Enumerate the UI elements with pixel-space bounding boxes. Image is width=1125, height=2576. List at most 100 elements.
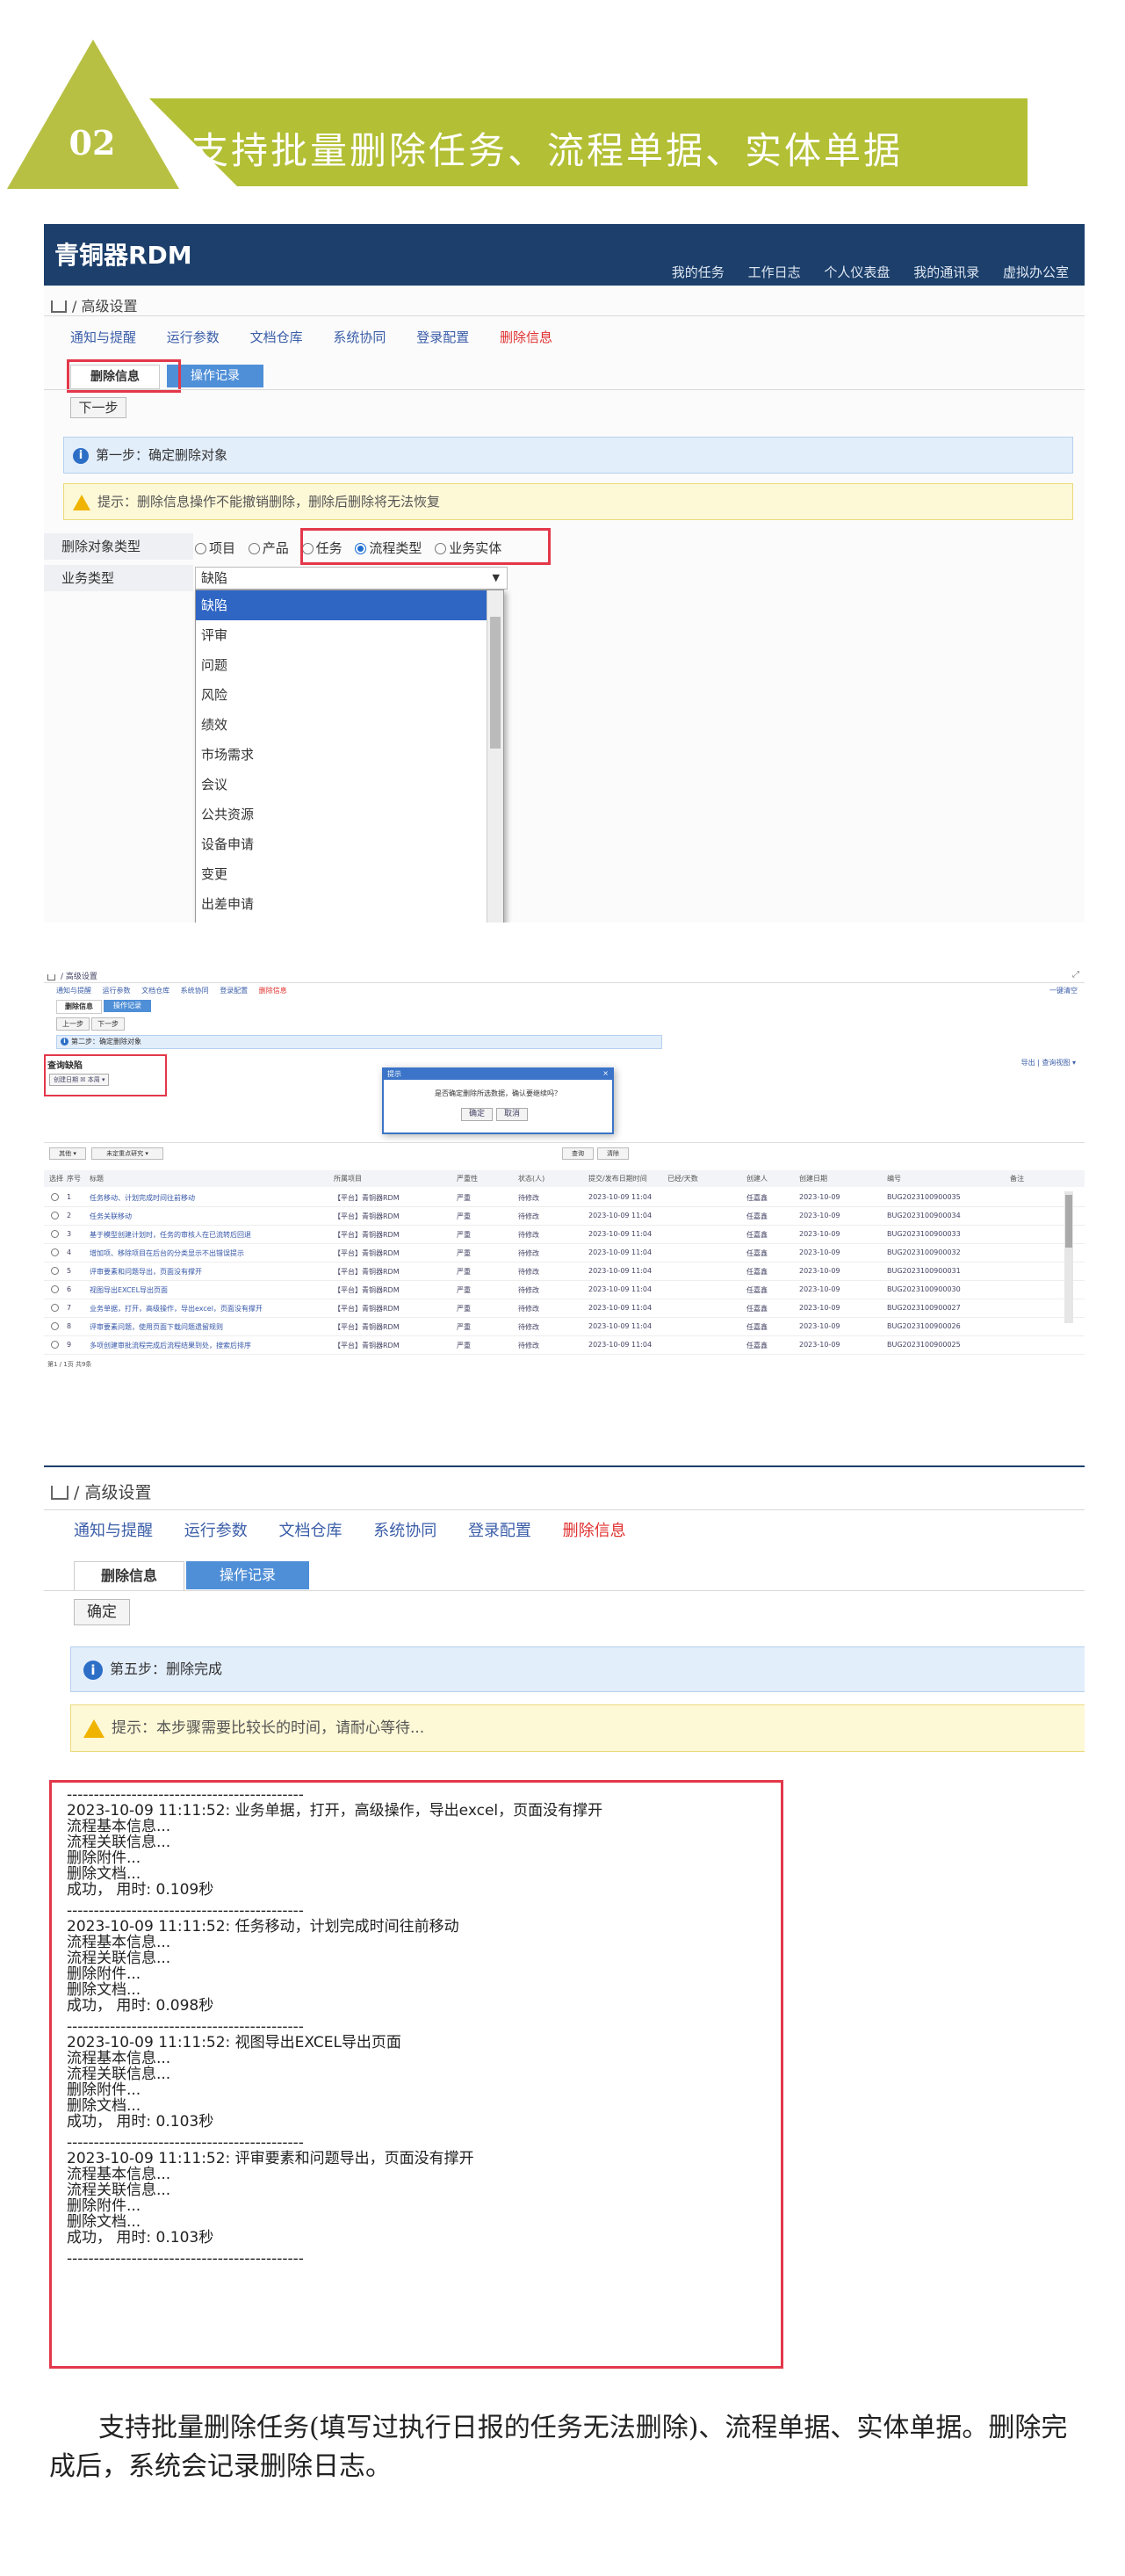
tab-params[interactable]: 运行参数 [184,1522,248,1540]
tab-params[interactable]: 运行参数 [103,987,131,995]
dropdown-option[interactable]: 缺陷 [196,590,503,620]
nav-virtual-office[interactable]: 虚拟办公室 [1003,264,1069,280]
nav-work-log[interactable]: 工作日志 [748,264,801,280]
tab-notify[interactable]: 通知与提醒 [70,329,136,345]
confirm-button[interactable]: 确定 [74,1599,130,1625]
table-row[interactable]: 3 基于模型创建计划时，任务的审核人在已流转后回退 【平台】青铜器RDM 严重 待修改 2… [44,1226,1085,1244]
dialog-cancel-button[interactable]: 取消 [496,1108,528,1121]
column-header[interactable]: 创建人 [746,1174,768,1183]
close-icon[interactable]: × [602,1069,609,1077]
dropdown-option[interactable]: 公共资源 [196,800,503,829]
tab-login[interactable]: 登录配置 [416,329,469,345]
home-icon[interactable] [47,974,55,980]
radio-project[interactable]: 项目 [195,540,235,556]
scrollbar-thumb[interactable] [1065,1195,1072,1248]
row-title-link[interactable]: 增加项、移除项目在后台的分类显示不出错误提示 [90,1248,244,1258]
column-header[interactable]: 状态(人) [518,1174,544,1183]
biz-type-select[interactable]: 缺陷 ▼ [195,567,508,590]
table-row[interactable]: 8 评审要素问题，使用页面下载问题遗留规则 【平台】青铜器RDM 严重 待修改 2023-… [44,1319,1085,1336]
column-header[interactable]: 序号 [67,1174,81,1183]
tab-notify[interactable]: 通知与提醒 [56,987,91,995]
dialog-ok-button[interactable]: 确定 [461,1108,493,1121]
view-select[interactable]: 未定重点研究 ▾ [91,1147,163,1160]
column-header[interactable]: 备注 [1010,1174,1024,1183]
column-header[interactable]: 标题 [90,1174,104,1183]
batch-menu[interactable]: 其他 ▾ [49,1147,86,1160]
nav-contacts[interactable]: 我的通讯录 [913,264,979,280]
column-header[interactable]: 编号 [887,1174,901,1183]
row-radio[interactable] [51,1212,61,1219]
table-row[interactable]: 9 多项创建审批流程完成后流程结果到处，搜索后排序 【平台】青铜器RDM 严重 待修改 2… [44,1337,1085,1355]
row-radio[interactable] [51,1285,61,1293]
row-title-link[interactable]: 基于模型创建计划时，任务的审核人在已流转后回退 [90,1230,251,1240]
row-radio[interactable] [51,1193,61,1201]
tab-docs[interactable]: 文档仓库 [141,987,169,995]
dropdown-option[interactable]: 设备申请 [196,829,503,859]
tab-delete-info[interactable]: 删除信息 [259,987,287,995]
row-title-link[interactable]: 任务关联移动 [90,1212,132,1221]
export-view-tools[interactable]: 导出 | 查询视图 ▾ [1021,1058,1076,1067]
clear-all-link[interactable]: 一键清空 [1049,986,1078,995]
dropdown-scrollbar[interactable] [487,590,503,923]
dropdown-option[interactable]: 评审 [196,620,503,650]
table-row[interactable]: 6 视图导出EXCEL导出页面 【平台】青铜器RDM 严重 待修改 2023-10-09 … [44,1282,1085,1299]
table-row[interactable]: 7 业务单据，打开，高级操作，导出excel，页面没有撑开 【平台】青铜器RDM 严重… [44,1300,1085,1318]
column-header[interactable]: 已经/天数 [667,1174,698,1183]
home-icon[interactable] [51,1486,69,1500]
scrollbar-thumb[interactable] [490,617,501,749]
dropdown-option[interactable]: 绩效 [196,710,503,740]
row-title-link[interactable]: 业务单据，打开，高级操作，导出excel，页面没有撑开 [90,1304,263,1313]
table-row[interactable]: 5 评审要素和问题导出，页面没有撑开 【平台】青铜器RDM 严重 待修改 2023-10-… [44,1263,1085,1281]
nav-my-tasks[interactable]: 我的任务 [672,264,725,280]
tab-sync[interactable]: 系统协同 [181,987,209,995]
tab-sync[interactable]: 系统协同 [373,1522,436,1540]
tab-docs[interactable]: 文档仓库 [250,329,303,345]
radio-product[interactable]: 产品 [248,540,289,556]
column-header[interactable]: 提交/发布日期时间 [588,1174,647,1183]
tab-notify[interactable]: 通知与提醒 [74,1522,153,1540]
subtab-operation-log[interactable]: 操作记录 [167,365,263,387]
subtab-operation-log[interactable]: 操作记录 [104,1000,151,1012]
row-title-link[interactable]: 评审要素问题，使用页面下载问题遗留规则 [90,1322,223,1332]
subtab-delete-info[interactable]: 删除信息 [56,1000,102,1014]
row-radio[interactable] [51,1248,61,1256]
clear-button[interactable]: 清除 [597,1147,629,1160]
subtab-delete-info[interactable]: 删除信息 [74,1561,184,1591]
dropdown-option[interactable]: 会议 [196,770,503,800]
row-radio[interactable] [51,1230,61,1238]
tab-sync[interactable]: 系统协同 [333,329,386,345]
tab-login[interactable]: 登录配置 [468,1522,531,1540]
row-radio[interactable] [51,1267,61,1275]
tab-login[interactable]: 登录配置 [220,987,248,995]
dropdown-option[interactable]: 市场需求 [196,740,503,770]
dropdown-option[interactable]: 出差申请 [196,889,503,919]
dropdown-option[interactable]: 风险 [196,680,503,710]
tab-params[interactable]: 运行参数 [167,329,220,345]
table-row[interactable]: 1 任务移动、计划完成时间往前移动 【平台】青铜器RDM 严重 待修改 2023-10-0… [44,1190,1085,1207]
table-row[interactable]: 2 任务关联移动 【平台】青铜器RDM 严重 待修改 2023-10-09 11:04 任嘉… [44,1208,1085,1226]
table-scrollbar[interactable] [1064,1191,1073,1323]
table-row[interactable]: 4 增加项、移除项目在后台的分类显示不出错误提示 【平台】青铜器RDM 严重 待修改 20… [44,1245,1085,1263]
row-radio[interactable] [51,1304,61,1312]
tab-delete-info[interactable]: 删除信息 [500,329,552,345]
row-title-link[interactable]: 评审要素和问题导出，页面没有撑开 [90,1267,202,1277]
next-step-button[interactable]: 下一步 [91,1017,125,1031]
dropdown-option[interactable]: 变更 [196,859,503,889]
query-button[interactable]: 查询 [562,1147,594,1160]
column-header[interactable]: 创建日期 [799,1174,827,1183]
next-step-button[interactable]: 下一步 [70,397,126,418]
tab-docs[interactable]: 文档仓库 [278,1522,342,1540]
subtab-operation-log[interactable]: 操作记录 [186,1561,309,1589]
dropdown-option[interactable]: 问题 [196,650,503,680]
row-title-link[interactable]: 多项创建审批流程完成后流程结果到处，搜索后排序 [90,1341,251,1350]
tab-delete-info[interactable]: 删除信息 [563,1522,626,1540]
row-title-link[interactable]: 任务移动、计划完成时间往前移动 [90,1193,195,1203]
nav-dashboard[interactable]: 个人仪表盘 [824,264,890,280]
row-radio[interactable] [51,1322,61,1330]
home-icon[interactable] [51,300,67,313]
column-header[interactable]: 所属项目 [334,1174,362,1183]
expand-icon[interactable]: ⤢ [1072,970,1079,980]
column-header[interactable]: 严重性 [457,1174,478,1183]
row-radio[interactable] [51,1341,61,1349]
prev-step-button[interactable]: 上一步 [56,1017,90,1031]
